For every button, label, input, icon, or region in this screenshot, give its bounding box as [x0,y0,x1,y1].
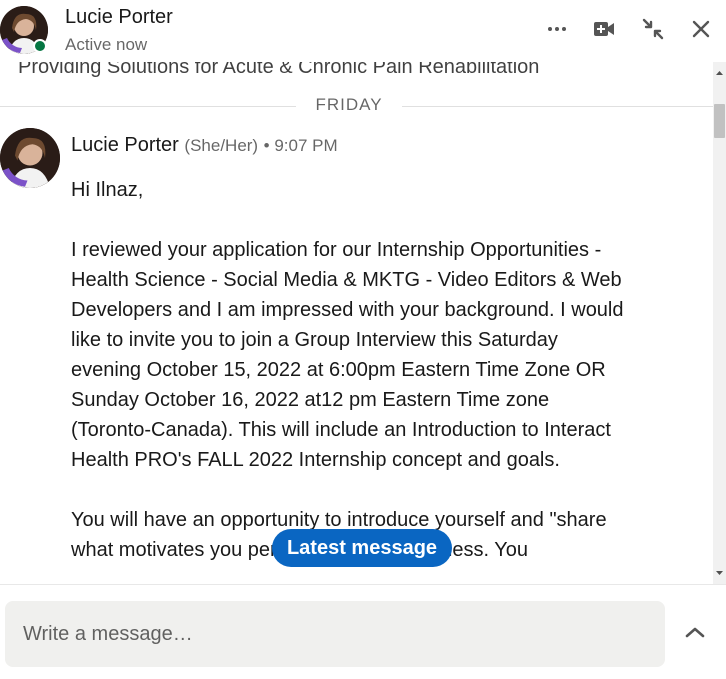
scroll-up-arrow-icon[interactable] [713,68,726,78]
message-list[interactable]: Providing Solutions for Acute & Chronic … [0,62,713,584]
message-body: Hi Ilnaz, I reviewed your application fo… [71,175,631,584]
contact-status: Active now [65,35,148,54]
date-label: FRIDAY [315,95,383,114]
scrollbar[interactable] [713,62,726,584]
message-header: Lucie Porter (She/Her) • 9:07 PM [71,134,338,157]
sender-avatar[interactable] [0,128,60,188]
latest-message-button[interactable]: Latest message [272,529,452,567]
active-status-dot [33,39,47,53]
profile-photo [0,128,60,188]
date-divider: FRIDAY [0,95,713,117]
divider-line [402,106,713,107]
sender-name[interactable]: Lucie Porter [71,134,179,156]
conversation-header: Lucie Porter Active now [0,0,726,62]
close-button[interactable] [684,12,718,46]
minimize-icon [642,18,664,40]
sender-pronouns: (She/Her) [184,136,259,155]
message-input[interactable] [5,601,665,667]
video-call-button[interactable] [587,12,621,46]
contact-name[interactable]: Lucie Porter [65,6,173,29]
previous-message-headline: Providing Solutions for Acute & Chronic … [18,62,540,78]
message-timestamp: • 9:07 PM [263,136,338,155]
message-paragraph: I reviewed your application for our Inte… [71,239,624,471]
more-options-icon [548,27,566,31]
message-composer [0,585,726,679]
divider-line [0,106,296,107]
message-paragraph: Hi Ilnaz, [71,179,144,201]
minimize-button[interactable] [636,12,670,46]
scrollbar-thumb[interactable] [714,104,725,138]
more-options-button[interactable] [540,12,574,46]
video-call-icon [594,22,614,36]
close-icon [692,20,710,38]
scroll-down-arrow-icon[interactable] [713,568,726,578]
expand-composer-button[interactable] [676,615,714,649]
chevron-up-icon [685,627,705,638]
